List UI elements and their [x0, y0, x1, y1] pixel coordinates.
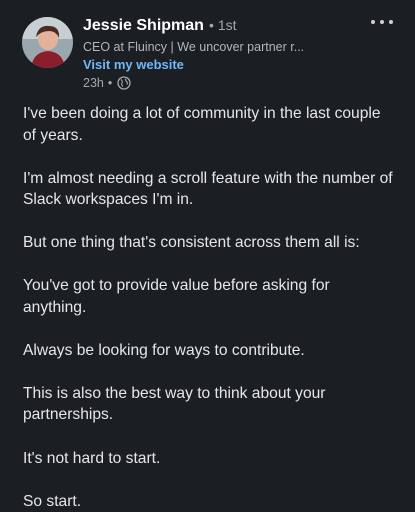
post-time: 23h [83, 76, 104, 90]
globe-icon [117, 76, 131, 90]
post-meta: 23h • [83, 76, 131, 90]
meta-separator: • [107, 76, 113, 90]
visit-website-link[interactable]: Visit my website [83, 57, 184, 72]
author-line: Jessie Shipman • 1st [83, 17, 237, 39]
post-paragraph: I've been doing a lot of community in th… [23, 105, 381, 144]
more-dot [380, 20, 384, 24]
avatar-photo [22, 17, 73, 68]
post-paragraph: I'm almost needing a scroll feature with… [23, 169, 393, 209]
post-body: I've been doing a lot of community in th… [23, 103, 393, 512]
more-dot [389, 20, 393, 24]
post-paragraph: But one thing that's consistent across t… [23, 234, 360, 252]
feed-post: Jessie Shipman • 1st CEO at Fluincy | We… [0, 0, 415, 512]
author-name[interactable]: Jessie Shipman [83, 17, 204, 35]
connection-degree: 1st [217, 17, 237, 33]
post-paragraph: You've got to provide value before askin… [23, 277, 330, 316]
post-paragraph: It's not hard to start. [23, 449, 161, 467]
author-headline: CEO at Fluincy | We uncover partner r... [83, 40, 305, 54]
post-paragraph: Always be looking for ways to contribute… [23, 341, 305, 359]
more-dot [371, 20, 375, 24]
more-options-icon[interactable] [371, 15, 393, 29]
post-paragraph: This is also the best way to think about… [23, 384, 326, 424]
post-paragraph: So start. [23, 492, 82, 510]
separator-dot: • [208, 17, 214, 33]
avatar[interactable] [22, 17, 73, 68]
